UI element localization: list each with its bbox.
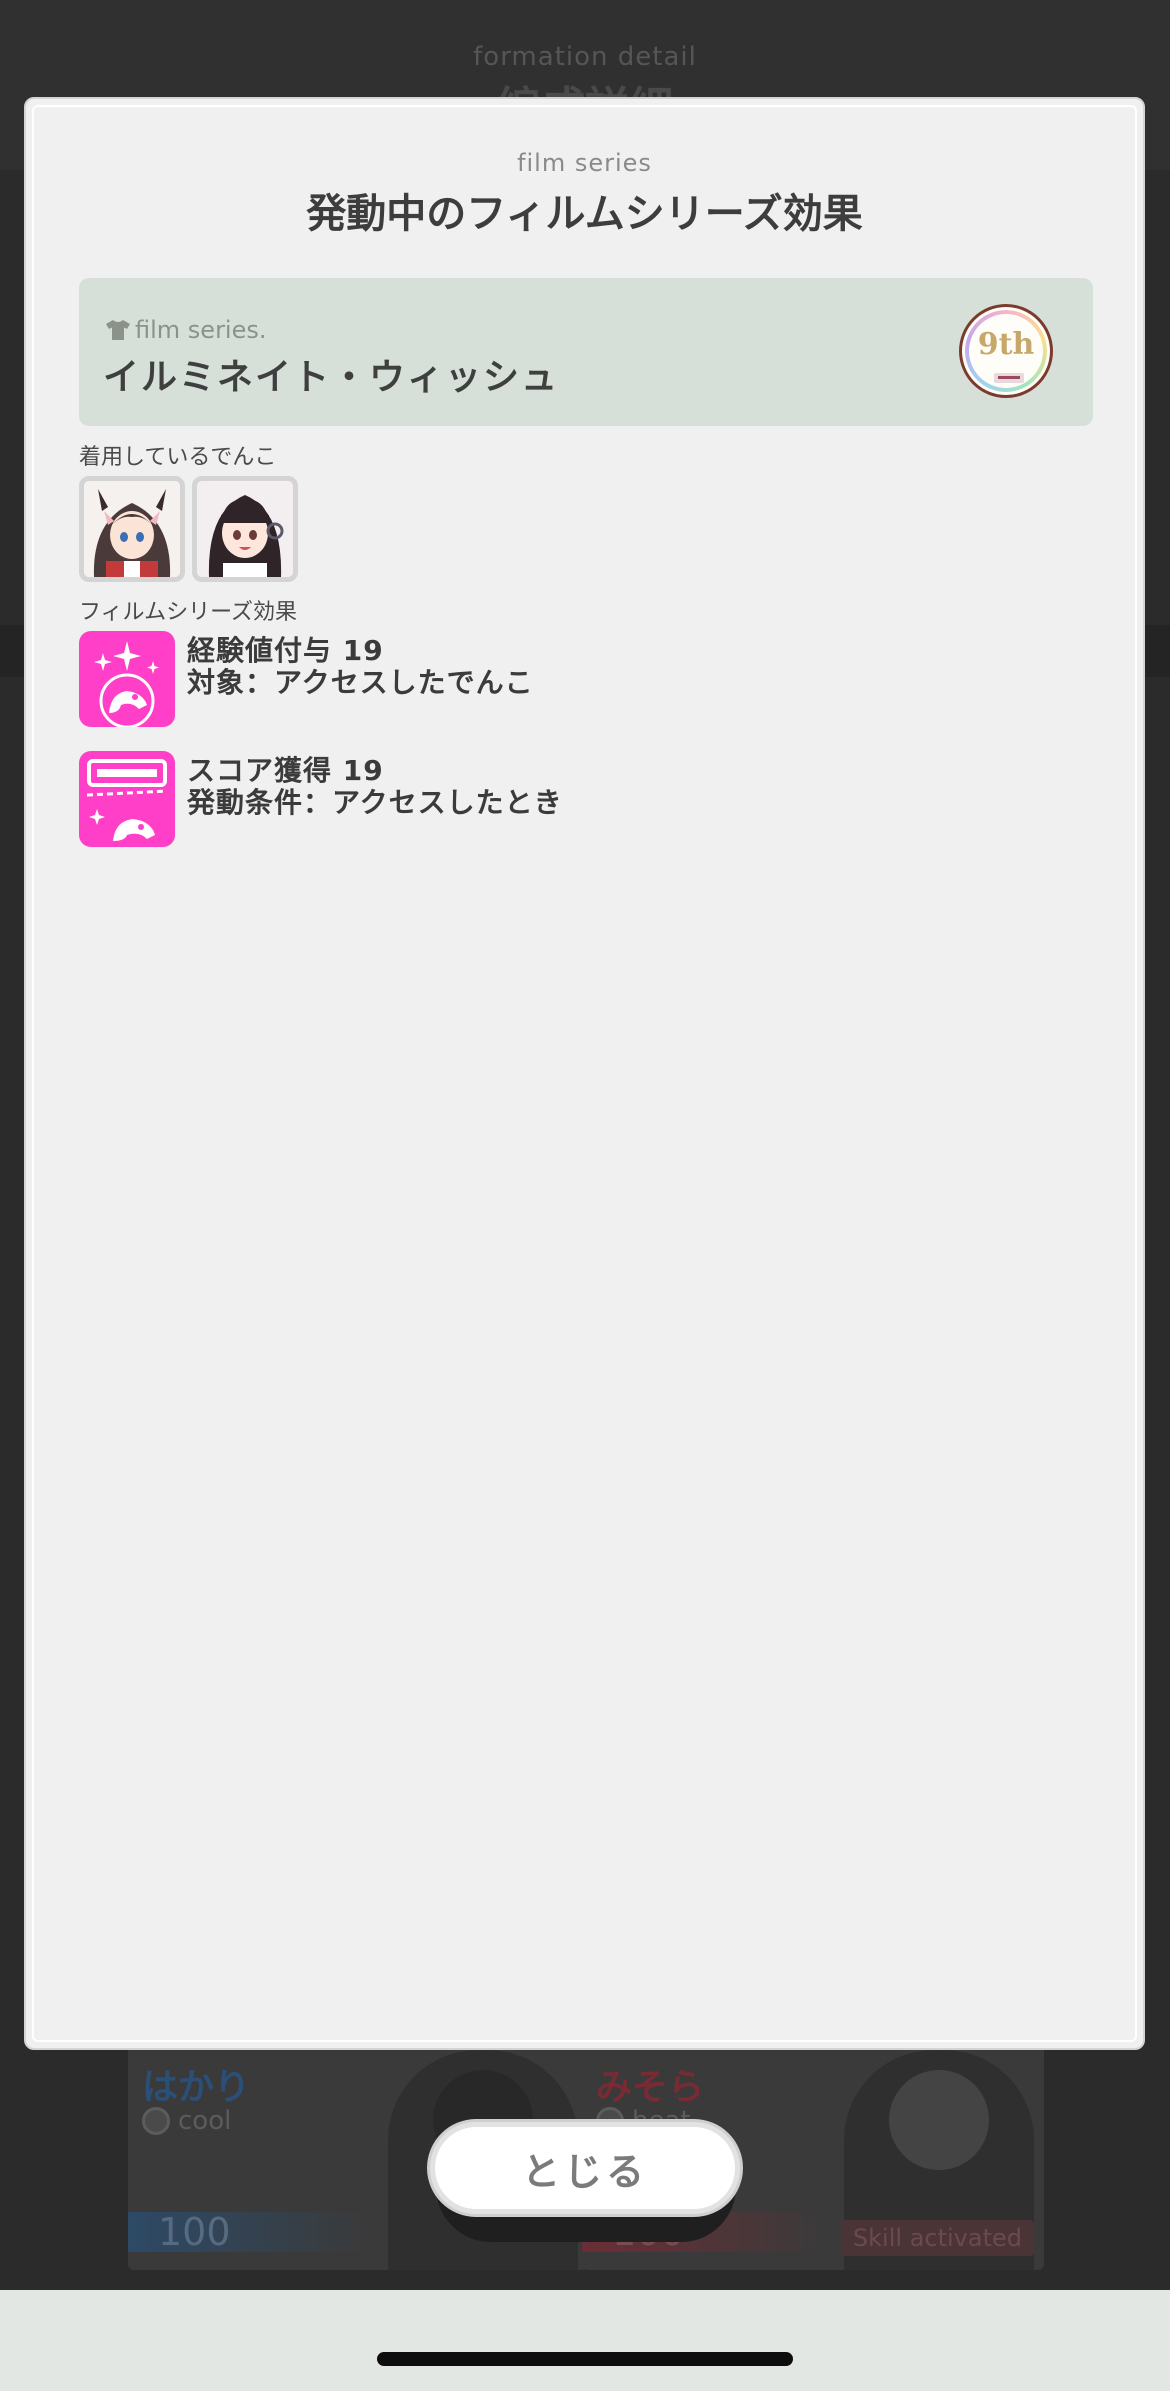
modal-title: 発動中のフィルムシリーズ効果 <box>306 191 863 237</box>
home-indicator[interactable] <box>377 2352 793 2366</box>
effect-item: スコア獲得 19 発動条件：アクセスしたとき <box>79 751 779 847</box>
character-level: 100 <box>158 2210 231 2254</box>
character-type-label: cool <box>178 2106 232 2136</box>
exp-gift-icon <box>79 631 175 727</box>
denco-avatar[interactable] <box>192 476 298 582</box>
wearing-denco-label: 着用しているでんこ <box>79 445 277 470</box>
film-series-card: film series. イルミネイト・ウィッシュ 9th <box>79 278 1093 426</box>
anniversary-badge-icon: 9th <box>959 304 1053 398</box>
shirt-icon <box>106 320 130 340</box>
character-type: cool <box>142 2106 231 2136</box>
effect-item: 経験値付与 19 対象：アクセスしたでんこ <box>79 631 779 727</box>
denco-portrait-icon <box>197 481 293 577</box>
denco-avatar[interactable] <box>79 476 185 582</box>
score-gain-icon <box>79 751 175 847</box>
close-button[interactable]: とじる <box>430 2122 740 2214</box>
character-name: はかり <box>142 2067 251 2108</box>
bottom-safe-area <box>0 2290 1170 2391</box>
film-series-name: イルミネイト・ウィッシュ <box>103 357 560 398</box>
skill-activated-badge: Skill activated <box>840 2220 1034 2256</box>
background-header-subtitle: formation detail <box>473 42 697 72</box>
screen: formation detail 編成詳細 はかり cool 100 みそら h… <box>0 0 1170 2391</box>
character-name: みそら <box>596 2067 705 2108</box>
denco-portrait-icon <box>84 481 180 577</box>
effect-description: 発動条件：アクセスしたとき <box>187 786 563 819</box>
film-series-effects-label: フィルムシリーズ効果 <box>79 600 298 625</box>
film-series-label: film series. <box>105 316 267 344</box>
modal-subtitle: film series <box>517 149 652 177</box>
effect-description: 対象：アクセスしたでんこ <box>187 666 534 699</box>
film-series-label-text: film series. <box>135 316 267 344</box>
type-icon <box>142 2107 170 2135</box>
film-series-effects-modal: film series 発動中のフィルムシリーズ効果 film series. … <box>24 97 1145 2050</box>
badge-number: 9th <box>977 327 1035 362</box>
badge-logo-icon <box>994 373 1024 383</box>
